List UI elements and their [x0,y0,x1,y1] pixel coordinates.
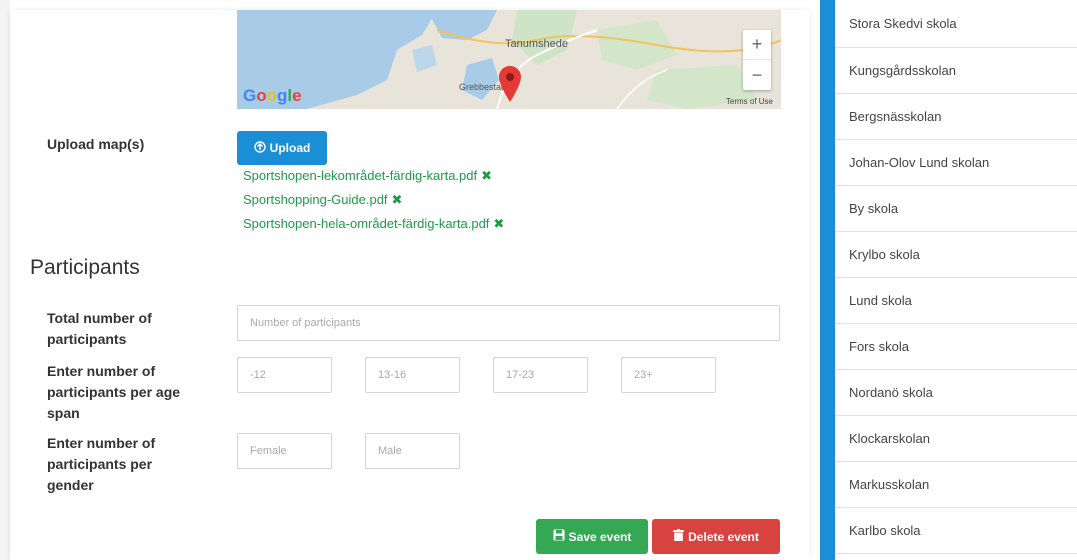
male-input[interactable] [365,433,460,469]
google-logo: Google [243,86,302,105]
map-widget[interactable]: Tanumshede Grebbestad Google Terms of Us… [237,10,781,109]
map-terms-link[interactable]: Terms of Use [726,97,773,106]
school-list-item[interactable]: Karlbo skola [835,508,1077,554]
upload-maps-label: Upload map(s) [47,136,145,152]
uploaded-file-name[interactable]: Sportshopping-Guide.pdf [243,192,388,207]
upload-button-label: Upload [269,141,311,155]
school-list-item[interactable]: Markusskolan [835,462,1077,508]
floppy-disk-icon [553,529,565,544]
age-17-23-input[interactable] [493,357,588,393]
uploaded-file-3[interactable]: Sportshopen-hela-området-färdig-karta.pd… [243,216,504,232]
uploaded-file-name[interactable]: Sportshopen-lekområdet-färdig-karta.pdf [243,168,477,183]
school-list-item[interactable]: Klockarskolan [835,416,1077,462]
zoom-in-button[interactable]: + [743,30,771,60]
map-label-tanumshede: Tanumshede [505,38,568,50]
upload-icon [253,140,266,156]
delete-event-button[interactable]: Delete event [652,519,780,554]
page-background [0,0,10,560]
school-list-item[interactable]: Stora Skedvi skola [835,0,1077,48]
total-participants-input[interactable] [237,305,780,341]
participants-heading: Participants [30,256,140,279]
school-list-item[interactable]: Bergsnässkolan [835,94,1077,140]
school-list-item[interactable]: Krylbo skola [835,232,1077,278]
delete-event-label: Delete event [688,529,759,544]
school-list-item[interactable]: Johan-Olov Lund skolan [835,140,1077,186]
gender-label: Enter number of participants per gender [47,435,156,493]
school-list: Stora Skedvi skola Kungsgårdsskolan Berg… [835,0,1077,560]
uploaded-file-name[interactable]: Sportshopen-hela-området-färdig-karta.pd… [243,216,489,231]
upload-button[interactable]: Upload [237,131,327,165]
trash-icon [673,529,685,544]
map-zoom-control: + − [743,30,771,90]
remove-file-icon[interactable]: ✖ [392,192,403,207]
school-list-item[interactable]: Nordanö skola [835,370,1077,416]
save-event-label: Save event [568,529,632,544]
remove-file-icon[interactable]: ✖ [493,216,504,231]
uploaded-file-1[interactable]: Sportshopen-lekområdet-färdig-karta.pdf ✖ [243,168,492,184]
school-list-item[interactable]: Kungsgårdsskolan [835,48,1077,94]
save-event-button[interactable]: Save event [536,519,648,554]
sidebar-accent-bar [820,0,835,560]
age-23-plus-input[interactable] [621,357,716,393]
zoom-out-button[interactable]: − [743,60,771,90]
school-list-item[interactable]: Lund skola [835,278,1077,324]
age-span-label: Enter number of participants per age spa… [47,363,181,421]
female-input[interactable] [237,433,332,469]
remove-file-icon[interactable]: ✖ [481,168,492,183]
school-list-item[interactable]: Fors skola [835,324,1077,370]
total-participants-label: Total number of participants [47,310,152,347]
age-under-12-input[interactable] [237,357,332,393]
school-list-item[interactable]: By skola [835,186,1077,232]
age-13-16-input[interactable] [365,357,460,393]
uploaded-file-2[interactable]: Sportshopping-Guide.pdf ✖ [243,192,402,208]
